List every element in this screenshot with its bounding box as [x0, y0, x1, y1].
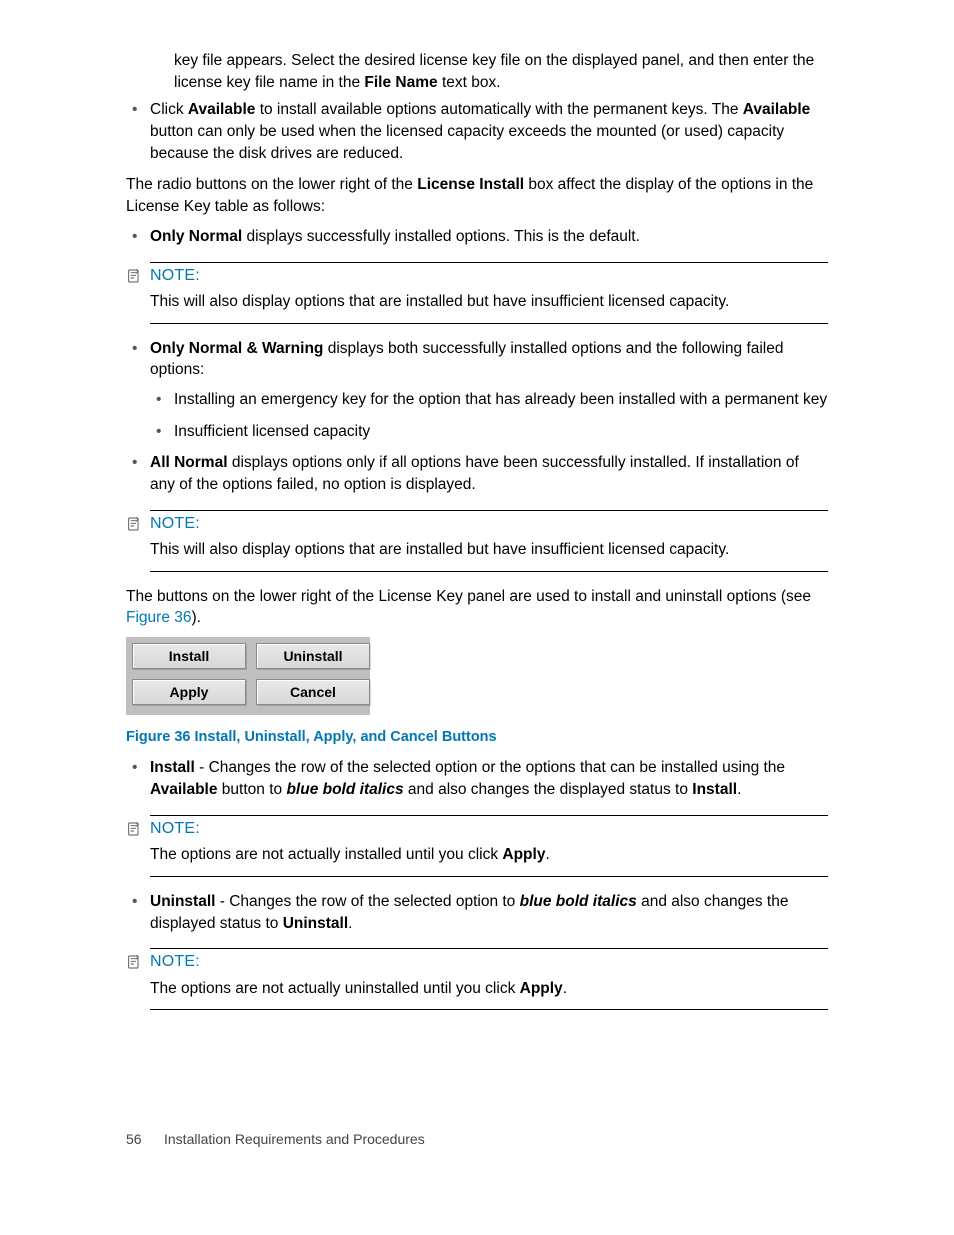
- chapter-title: Installation Requirements and Procedures: [164, 1131, 425, 1147]
- note-body: The options are not actually installed u…: [150, 840, 828, 876]
- bold: Install: [692, 781, 737, 798]
- paragraph: The radio buttons on the lower right of …: [126, 174, 828, 217]
- figure-link[interactable]: Figure 36: [126, 609, 191, 626]
- continuation-paragraph: key file appears. Select the desired lic…: [174, 50, 828, 93]
- page-number: 56: [126, 1130, 142, 1150]
- note-block: NOTE: This will also display options tha…: [150, 510, 828, 572]
- note-body: This will also display options that are …: [150, 535, 828, 571]
- figure-caption: Figure 36 Install, Uninstall, Apply, and…: [126, 727, 828, 747]
- text: text box.: [438, 74, 501, 91]
- document-page: key file appears. Select the desired lic…: [0, 0, 954, 1190]
- list-item: Insufficient licensed capacity: [150, 421, 828, 443]
- cancel-button[interactable]: Cancel: [256, 679, 370, 705]
- text: - Changes the row of the selected option…: [215, 893, 519, 910]
- note-icon: [126, 268, 142, 284]
- text: The options are not actually uninstalled…: [150, 980, 520, 997]
- paragraph: The buttons on the lower right of the Li…: [126, 586, 828, 629]
- list-item-install: Install - Changes the row of the selecte…: [126, 757, 828, 800]
- bullet-list: Only Normal & Warning displays both succ…: [126, 338, 828, 496]
- text: button to: [218, 781, 287, 798]
- note-block: NOTE: The options are not actually unins…: [150, 948, 828, 1010]
- figure-button-panel: Install Uninstall Apply Cancel: [126, 637, 370, 715]
- text: The buttons on the lower right of the Li…: [126, 588, 811, 605]
- bold: Available: [743, 101, 811, 118]
- bold-italic: blue bold italics: [286, 781, 403, 798]
- text: The radio buttons on the lower right of …: [126, 176, 417, 193]
- text: to install available options automatical…: [255, 101, 742, 118]
- bullet-list: Uninstall - Changes the row of the selec…: [126, 891, 828, 934]
- note-block: NOTE: This will also display options tha…: [150, 262, 828, 324]
- text: Click: [150, 101, 188, 118]
- note-body: This will also display options that are …: [150, 287, 828, 323]
- note-body: The options are not actually uninstalled…: [150, 974, 828, 1010]
- list-item: Click Available to install available opt…: [126, 99, 828, 164]
- text: - Changes the row of the selected option…: [195, 759, 785, 776]
- bold: License Install: [417, 176, 524, 193]
- note-icon: [126, 821, 142, 837]
- note-icon: [126, 516, 142, 532]
- text: displays successfully installed options.…: [242, 228, 640, 245]
- bold-italic: blue bold italics: [520, 893, 637, 910]
- bold: Uninstall: [150, 893, 215, 910]
- bold: Uninstall: [283, 915, 348, 932]
- text: button can only be used when the license…: [150, 123, 784, 162]
- note-block: NOTE: The options are not actually insta…: [150, 815, 828, 877]
- page-footer: 56 Installation Requirements and Procedu…: [126, 1130, 828, 1150]
- bold: Only Normal: [150, 228, 242, 245]
- bullet-list: Only Normal displays successfully instal…: [126, 226, 828, 248]
- note-label: NOTE:: [150, 265, 200, 287]
- text: .: [348, 915, 352, 932]
- list-item-uninstall: Uninstall - Changes the row of the selec…: [126, 891, 828, 934]
- uninstall-button[interactable]: Uninstall: [256, 643, 370, 669]
- note-icon: [126, 954, 142, 970]
- bold: Available: [188, 101, 256, 118]
- text: and also changes the displayed status to: [404, 781, 693, 798]
- list-item-only-normal-warning: Only Normal & Warning displays both succ…: [126, 338, 828, 443]
- note-label: NOTE:: [150, 818, 200, 840]
- install-button[interactable]: Install: [132, 643, 246, 669]
- bold: Only Normal & Warning: [150, 340, 323, 357]
- bold: Apply: [520, 980, 563, 997]
- text: The options are not actually installed u…: [150, 846, 502, 863]
- sub-bullet-list: Click Available to install available opt…: [126, 99, 828, 164]
- bold: All Normal: [150, 454, 228, 471]
- text: .: [545, 846, 549, 863]
- list-item: Installing an emergency key for the opti…: [150, 389, 828, 411]
- bullet-list: Install - Changes the row of the selecte…: [126, 757, 828, 800]
- apply-button[interactable]: Apply: [132, 679, 246, 705]
- bold-filename: File Name: [364, 74, 437, 91]
- text: displays options only if all options hav…: [150, 454, 799, 493]
- bold: Install: [150, 759, 195, 776]
- text: .: [737, 781, 741, 798]
- list-item-all-normal: All Normal displays options only if all …: [126, 452, 828, 495]
- note-label: NOTE:: [150, 951, 200, 973]
- bold: Available: [150, 781, 218, 798]
- text: .: [563, 980, 567, 997]
- text: ).: [191, 609, 200, 626]
- note-label: NOTE:: [150, 513, 200, 535]
- list-item-only-normal: Only Normal displays successfully instal…: [126, 226, 828, 248]
- bold: Apply: [502, 846, 545, 863]
- nested-list: Installing an emergency key for the opti…: [150, 389, 828, 442]
